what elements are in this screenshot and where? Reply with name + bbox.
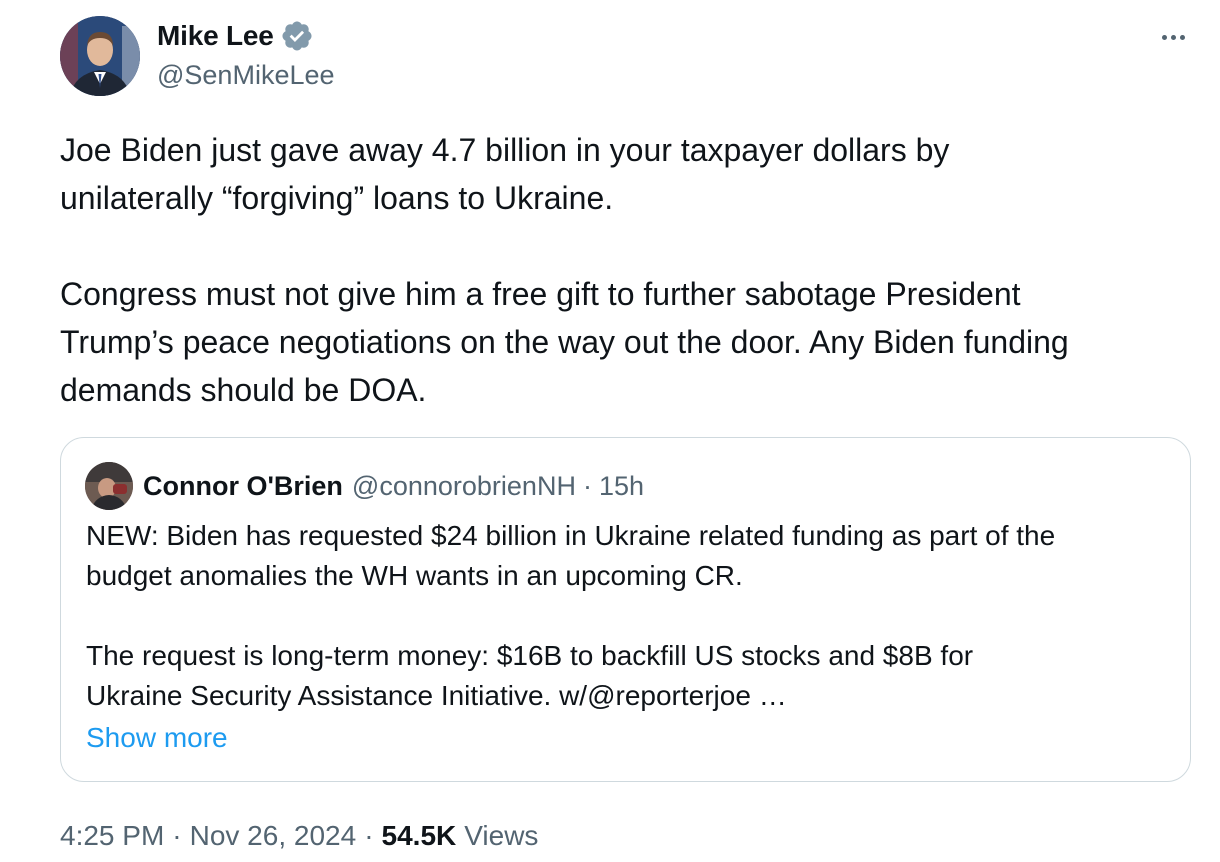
views-label: Views: [464, 820, 539, 851]
quoted-tweet-text: NEW: Biden has requested $24 billion in …: [86, 520, 1056, 711]
profile-photo-icon: [85, 462, 133, 510]
quoted-tweet-header: Connor O'Brien @connorobrienNH · 15h: [85, 462, 644, 510]
author-name-row: Mike Lee: [157, 18, 314, 54]
meta-separator: ·: [364, 820, 374, 851]
author-display-name[interactable]: Mike Lee: [157, 20, 274, 52]
tweet-text: Joe Biden just gave away 4.7 billion in …: [60, 132, 1069, 408]
profile-photo-icon: [60, 16, 140, 96]
views-count: 54.5K: [381, 820, 457, 851]
quoted-author-display-name[interactable]: Connor O'Brien: [143, 471, 343, 502]
quoted-tweet-card[interactable]: Connor O'Brien @connorobrienNH · 15h NEW…: [60, 437, 1191, 782]
quoted-author-handle[interactable]: @connorobrienNH: [352, 471, 576, 502]
tweet-time[interactable]: 4:25 PM: [60, 820, 164, 852]
quoted-timestamp[interactable]: 15h: [599, 471, 644, 502]
quoted-author-avatar[interactable]: [85, 462, 133, 510]
show-more-link[interactable]: Show more: [86, 718, 228, 758]
tweet-date[interactable]: Nov 26, 2024: [190, 820, 357, 852]
author-handle[interactable]: @SenMikeLee: [157, 60, 335, 91]
tweet-meta: 4:25 PM · Nov 26, 2024 · 54.5K Views: [60, 814, 538, 858]
more-horizontal-icon: [1161, 34, 1167, 40]
more-options-button[interactable]: [1156, 22, 1190, 52]
quoted-separator: ·: [582, 470, 592, 501]
more-horizontal-icon: [1170, 34, 1176, 40]
author-avatar[interactable]: [60, 16, 140, 96]
more-horizontal-icon: [1179, 34, 1185, 40]
meta-separator: ·: [172, 820, 182, 851]
verified-badge-icon[interactable]: [280, 19, 314, 53]
